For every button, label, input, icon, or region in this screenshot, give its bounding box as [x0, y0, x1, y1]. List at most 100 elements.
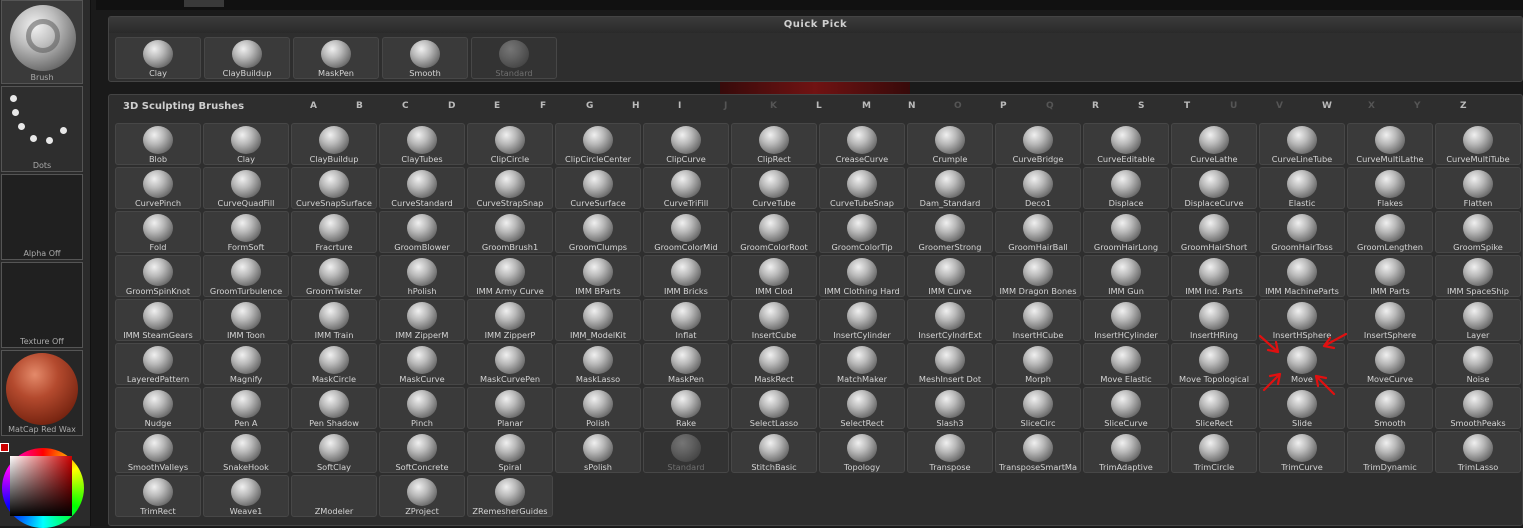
- brush-tile[interactable]: CurveMultiLathe: [1347, 123, 1433, 165]
- brush-tile[interactable]: IMM Army Curve: [467, 255, 553, 297]
- brush-tile[interactable]: TrimDynamic: [1347, 431, 1433, 473]
- brush-tile[interactable]: ClipRect: [731, 123, 817, 165]
- brush-tile[interactable]: GroomColorTip: [819, 211, 905, 253]
- brush-tile[interactable]: CurveStrapSnap: [467, 167, 553, 209]
- brush-tile[interactable]: Flakes: [1347, 167, 1433, 209]
- letter-filter-k[interactable]: K: [770, 101, 777, 111]
- brush-tile[interactable]: MaskLasso: [555, 343, 641, 385]
- brush-tile[interactable]: CurveLathe: [1171, 123, 1257, 165]
- brush-tile[interactable]: Morph: [995, 343, 1081, 385]
- brush-tile[interactable]: GroomHairLong: [1083, 211, 1169, 253]
- stroke-slot[interactable]: Dots: [1, 86, 83, 172]
- brush-tile[interactable]: InsertCylndrExt: [907, 299, 993, 341]
- brush-tile[interactable]: IMM SteamGears: [115, 299, 201, 341]
- brush-tile[interactable]: MaskRect: [731, 343, 817, 385]
- brush-tile[interactable]: IMM MachineParts: [1259, 255, 1345, 297]
- brush-tile[interactable]: IMM_ModelKit: [555, 299, 641, 341]
- brush-tile[interactable]: GroomSpinKnot: [115, 255, 201, 297]
- brush-tile[interactable]: Pinch: [379, 387, 465, 429]
- brush-tile[interactable]: CurveLineTube: [1259, 123, 1345, 165]
- brush-tile[interactable]: IMM ZipperP: [467, 299, 553, 341]
- letter-filter-h[interactable]: H: [632, 101, 640, 111]
- brush-tile[interactable]: ClipCircle: [467, 123, 553, 165]
- letter-filter-s[interactable]: S: [1138, 101, 1144, 111]
- brush-tile[interactable]: Move Elastic: [1083, 343, 1169, 385]
- brush-tile[interactable]: ClipCircleCenter: [555, 123, 641, 165]
- letter-filter-d[interactable]: D: [448, 101, 455, 111]
- brush-tile[interactable]: Spiral: [467, 431, 553, 473]
- brush-tile[interactable]: CurveSnapSurface: [291, 167, 377, 209]
- letter-filter-m[interactable]: M: [862, 101, 871, 111]
- quick-pick-brush[interactable]: ClayBuildup: [204, 37, 290, 79]
- brush-tile[interactable]: Slash3: [907, 387, 993, 429]
- quick-pick-brush[interactable]: Standard: [471, 37, 557, 79]
- brush-tile[interactable]: MaskCurve: [379, 343, 465, 385]
- brush-tile[interactable]: Layer: [1435, 299, 1521, 341]
- brush-tile[interactable]: SelectLasso: [731, 387, 817, 429]
- brush-tile[interactable]: GroomHairShort: [1171, 211, 1257, 253]
- letter-filter-e[interactable]: E: [494, 101, 500, 111]
- brush-tile[interactable]: hPolish: [379, 255, 465, 297]
- brush-tile[interactable]: SliceCirc: [995, 387, 1081, 429]
- letter-filter-p[interactable]: P: [1000, 101, 1007, 111]
- brush-tile[interactable]: ZRemesherGuides: [467, 475, 553, 517]
- brush-tile[interactable]: CurvePinch: [115, 167, 201, 209]
- brush-tile[interactable]: IMM BParts: [555, 255, 641, 297]
- brush-tile[interactable]: IMM SpaceShip: [1435, 255, 1521, 297]
- letter-filter-i[interactable]: I: [678, 101, 681, 111]
- letter-filter-g[interactable]: G: [586, 101, 593, 111]
- brush-tile[interactable]: MeshInsert Dot: [907, 343, 993, 385]
- brush-tile[interactable]: sPolish: [555, 431, 641, 473]
- brush-tile[interactable]: ClayTubes: [379, 123, 465, 165]
- brush-tile[interactable]: Magnify: [203, 343, 289, 385]
- brush-tile[interactable]: Transpose: [907, 431, 993, 473]
- brush-tile[interactable]: IMM Clothing Hard: [819, 255, 905, 297]
- brush-tile[interactable]: SliceRect: [1171, 387, 1257, 429]
- letter-filter-f[interactable]: F: [540, 101, 546, 111]
- letter-filter-w[interactable]: W: [1322, 101, 1332, 111]
- letter-filter-l[interactable]: L: [816, 101, 822, 111]
- letter-filter-a[interactable]: A: [310, 101, 317, 111]
- brush-tile[interactable]: CurveTube: [731, 167, 817, 209]
- brush-tile[interactable]: IMM Ind. Parts: [1171, 255, 1257, 297]
- brush-tile[interactable]: LayeredPattern: [115, 343, 201, 385]
- saturation-square[interactable]: [10, 456, 72, 516]
- letter-filter-t[interactable]: T: [1184, 101, 1190, 111]
- brush-tile[interactable]: CurveTriFill: [643, 167, 729, 209]
- brush-tile[interactable]: TrimLasso: [1435, 431, 1521, 473]
- brush-tile[interactable]: GroomBlower: [379, 211, 465, 253]
- quick-pick-brush[interactable]: Clay: [115, 37, 201, 79]
- brush-tile[interactable]: TrimCircle: [1171, 431, 1257, 473]
- quick-pick-brush[interactable]: MaskPen: [293, 37, 379, 79]
- brush-tile[interactable]: InsertCube: [731, 299, 817, 341]
- brush-tile[interactable]: TrimAdaptive: [1083, 431, 1169, 473]
- brush-tile[interactable]: GroomColorRoot: [731, 211, 817, 253]
- brush-tile[interactable]: Elastic: [1259, 167, 1345, 209]
- brush-tile[interactable]: TrimRect: [115, 475, 201, 517]
- brush-tile[interactable]: CurveSurface: [555, 167, 641, 209]
- brush-tile[interactable]: CurveMultiTube: [1435, 123, 1521, 165]
- brush-tile[interactable]: IMM Parts: [1347, 255, 1433, 297]
- letter-filter-c[interactable]: C: [402, 101, 409, 111]
- brush-tile[interactable]: SoftClay: [291, 431, 377, 473]
- brush-tile[interactable]: GroomerStrong: [907, 211, 993, 253]
- brush-tile[interactable]: Inflat: [643, 299, 729, 341]
- brush-tile[interactable]: InsertCylinder: [819, 299, 905, 341]
- brush-tile[interactable]: MatchMaker: [819, 343, 905, 385]
- brush-tile[interactable]: DisplaceCurve: [1171, 167, 1257, 209]
- letter-filter-r[interactable]: R: [1092, 101, 1099, 111]
- brush-tile[interactable]: Nudge: [115, 387, 201, 429]
- brush-tile[interactable]: GroomSpike: [1435, 211, 1521, 253]
- brush-tile[interactable]: Fracrture: [291, 211, 377, 253]
- brush-tile[interactable]: IMM Dragon Bones: [995, 255, 1081, 297]
- brush-tile[interactable]: MaskCircle: [291, 343, 377, 385]
- brush-tile[interactable]: Standard: [643, 431, 729, 473]
- brush-tile[interactable]: MaskCurvePen: [467, 343, 553, 385]
- letter-filter-x[interactable]: X: [1368, 101, 1375, 111]
- brush-tile[interactable]: IMM ZipperM: [379, 299, 465, 341]
- brush-tile[interactable]: Displace: [1083, 167, 1169, 209]
- brush-tile[interactable]: IMM Gun: [1083, 255, 1169, 297]
- brush-tile[interactable]: Weave1: [203, 475, 289, 517]
- letter-filter-q[interactable]: Q: [1046, 101, 1054, 111]
- brush-tile[interactable]: CurveBridge: [995, 123, 1081, 165]
